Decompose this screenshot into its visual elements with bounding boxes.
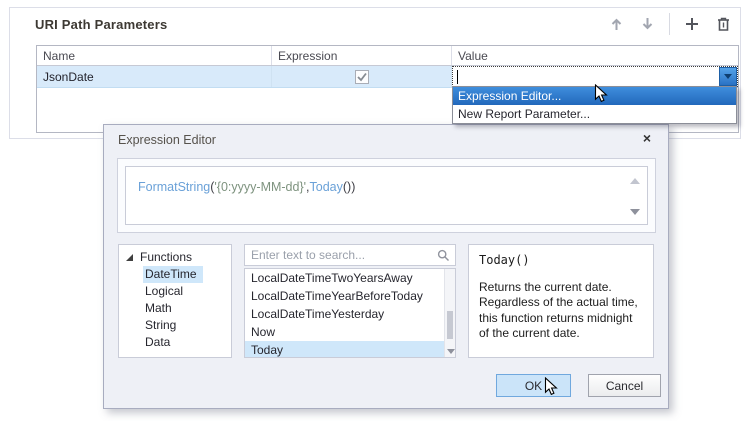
functions-tree: Functions DateTimeLogicalMathStringData <box>118 244 232 358</box>
tree-node-label: String <box>143 317 182 334</box>
list-item-localdatetimeyearbeforetoday[interactable]: LocalDateTimeYearBeforeToday <box>245 287 455 305</box>
column-header-expression[interactable]: Expression <box>272 46 452 65</box>
expression-token-function: Today <box>310 180 343 194</box>
toolbar-separator <box>669 13 670 35</box>
move-up-icon[interactable] <box>607 14 625 34</box>
tree-node-label: DateTime <box>143 266 203 283</box>
combo-dropdown-button[interactable] <box>719 67 737 86</box>
expression-code-panel: FormatString('{0:yyyy-MM-dd}',Today()) <box>117 158 656 233</box>
mouse-cursor <box>594 84 610 109</box>
tree-root-label: Functions <box>140 250 192 264</box>
search-icon <box>437 249 450 267</box>
functions-list: LocalDateTimeTwoYearsAwayLocalDateTimeYe… <box>244 268 456 358</box>
expression-editor-dialog: Expression Editor × FormatString('{0:yyy… <box>103 124 669 409</box>
add-icon[interactable] <box>683 14 701 34</box>
close-icon[interactable]: × <box>639 130 655 146</box>
scrollbar-down-icon[interactable] <box>447 349 455 354</box>
tree-node-string[interactable]: String <box>119 316 231 333</box>
move-down-icon[interactable] <box>638 14 656 34</box>
cancel-button[interactable]: Cancel <box>588 374 661 397</box>
expression-token-plain: ()) <box>343 180 356 194</box>
table-row[interactable]: JsonDate <box>37 66 738 88</box>
dialog-title: Expression Editor <box>118 133 216 147</box>
scroll-down-icon[interactable] <box>630 209 640 215</box>
expression-token-string: '{0:yyyy-MM-dd}' <box>214 180 306 194</box>
tree-node-label: Data <box>143 334 176 351</box>
function-description-panel: Today() Returns the current date. Regard… <box>468 244 654 358</box>
function-signature: Today() <box>479 253 643 267</box>
tree-expander-icon[interactable] <box>124 252 134 262</box>
search-input[interactable] <box>245 245 455 265</box>
function-description: Returns the current date. Regardless of … <box>479 280 645 341</box>
panel-title: URI Path Parameters <box>35 17 167 32</box>
chevron-down-icon <box>724 74 732 79</box>
expression-checkbox[interactable] <box>355 70 369 84</box>
screen: URI Path Parameters <box>0 0 750 421</box>
list-item-localdatetimeyesterday[interactable]: LocalDateTimeYesterday <box>245 305 455 323</box>
text-caret <box>457 70 458 84</box>
tree-node-data[interactable]: Data <box>119 333 231 350</box>
cell-name[interactable]: JsonDate <box>37 66 272 87</box>
delete-trash-icon[interactable] <box>714 14 732 34</box>
mouse-cursor <box>544 377 560 402</box>
list-scrollbar[interactable] <box>444 269 455 357</box>
tree-node-label: Logical <box>143 283 189 300</box>
expression-token-function: FormatString <box>138 180 210 194</box>
list-item-localdatetimetwoyearsaway[interactable]: LocalDateTimeTwoYearsAway <box>245 269 455 287</box>
expression-code-editor[interactable]: FormatString('{0:yyyy-MM-dd}',Today()) <box>125 166 648 225</box>
search-box <box>244 244 456 266</box>
tree-node-datetime[interactable]: DateTime <box>119 265 231 282</box>
column-header-name[interactable]: Name <box>37 46 272 65</box>
scroll-up-icon[interactable] <box>630 178 640 184</box>
column-header-value[interactable]: Value <box>452 46 738 65</box>
scrollbar-thumb[interactable] <box>447 311 453 339</box>
list-item-now[interactable]: Now <box>245 323 455 341</box>
tree-node-label: Math <box>143 300 178 317</box>
tree-node-math[interactable]: Math <box>119 299 231 316</box>
tree-node-functions[interactable]: Functions <box>119 248 231 265</box>
panel-toolbar <box>607 13 732 35</box>
cell-expression <box>272 66 452 87</box>
tree-node-logical[interactable]: Logical <box>119 282 231 299</box>
list-item-today[interactable]: Today <box>245 341 455 358</box>
grid-header-row: Name Expression Value <box>37 46 738 66</box>
expression-text: FormatString('{0:yyyy-MM-dd}',Today()) <box>138 180 355 194</box>
